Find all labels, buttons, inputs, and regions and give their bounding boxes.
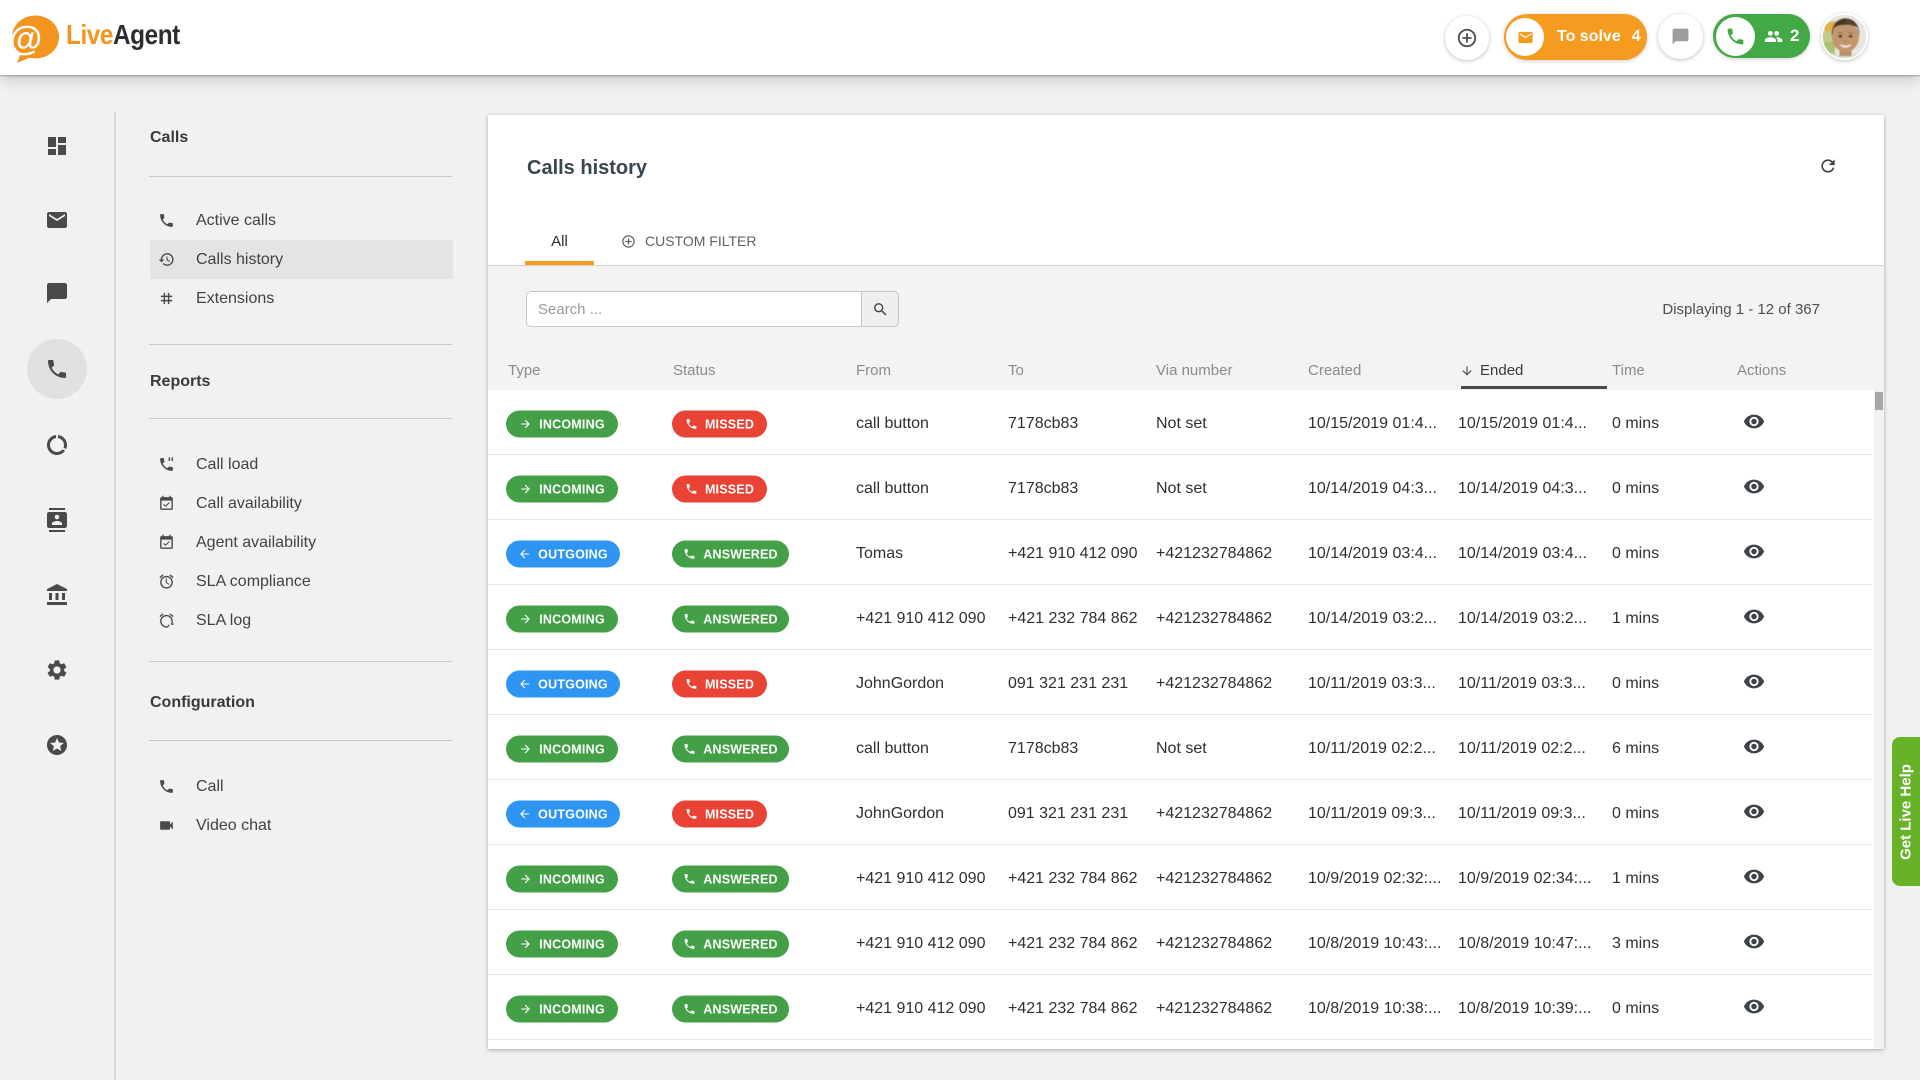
svg-text:@: @ (9, 20, 42, 58)
